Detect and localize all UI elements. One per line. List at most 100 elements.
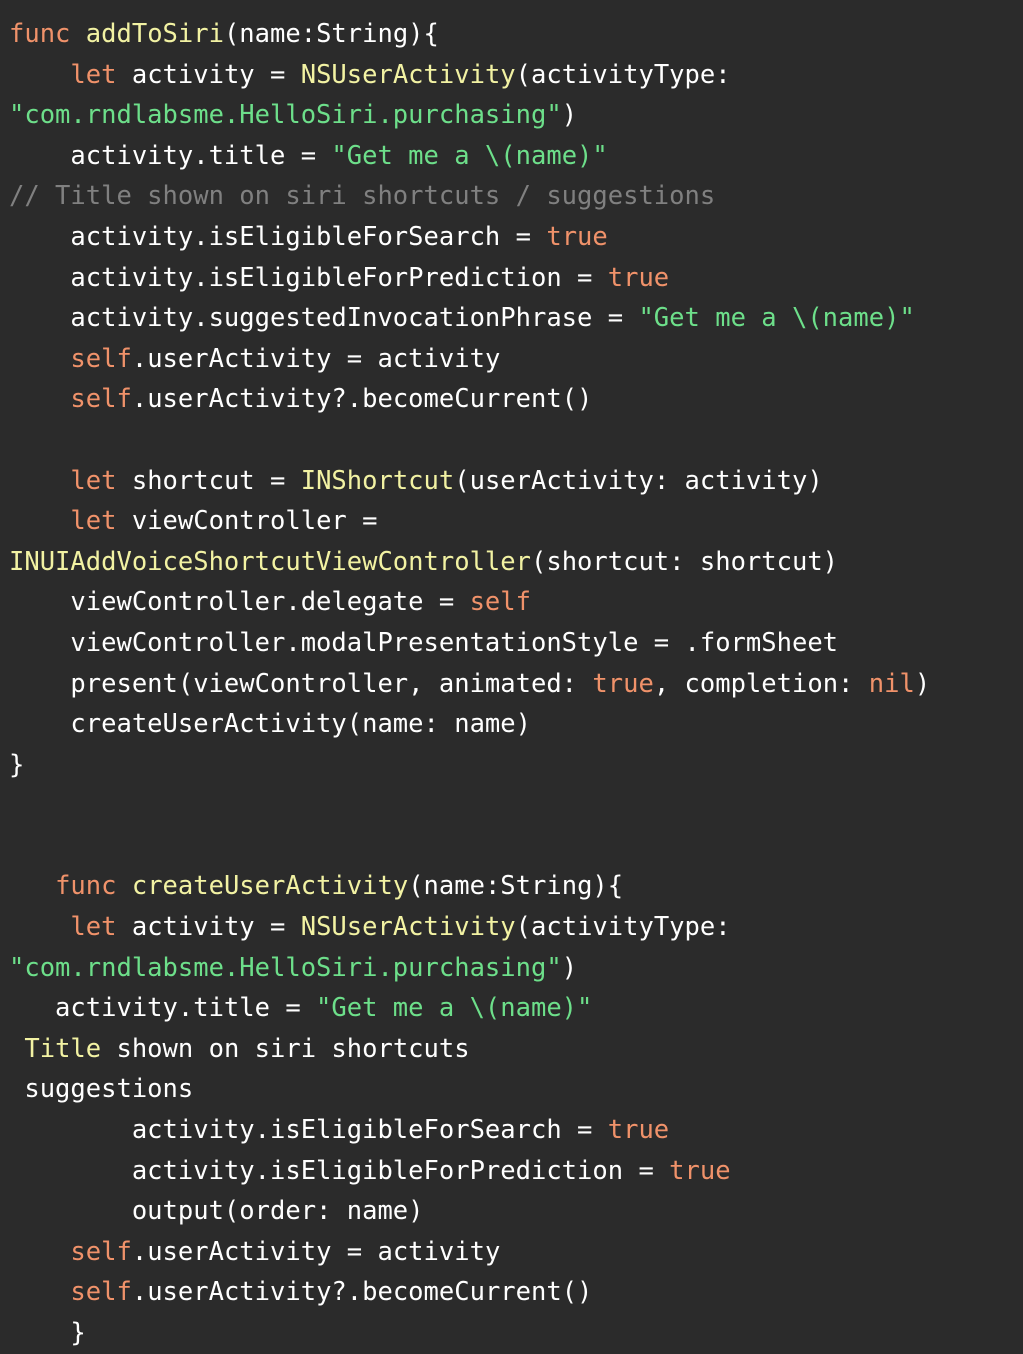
code-token-literal: true (592, 668, 654, 699)
code-token-plain: (name:String){ (408, 871, 624, 902)
code-line: } (0, 745, 1023, 786)
code-token-plain: ) (561, 100, 578, 131)
code-token-type: NSUserActivity (300, 912, 516, 943)
code-token-plain: .userActivity = activity (131, 1236, 501, 1267)
code-line: // Title shown on siri shortcuts / sugge… (0, 176, 1023, 217)
code-line: present(viewController, animated: true, … (0, 664, 1023, 705)
code-line: activity.title = "Get me a \(name)" (0, 988, 1023, 1029)
code-token-plain: activity = (116, 912, 301, 943)
code-line: self.userActivity?.becomeCurrent() (0, 1272, 1023, 1313)
code-token-plain: ) (561, 952, 578, 983)
code-token-type: INShortcut (300, 465, 455, 496)
code-line: let activity = NSUserActivity(activityTy… (0, 907, 1023, 948)
code-block: func addToSiri(name:String){ let activit… (0, 14, 1023, 1354)
code-token-plain: } (9, 749, 25, 780)
code-line: suggestions (0, 1069, 1023, 1110)
code-token-plain: , completion: (653, 668, 869, 699)
code-token-comment: // Title shown on siri shortcuts / sugge… (9, 181, 716, 212)
code-token-plain: viewController.modalPresentationStyle = … (9, 627, 839, 658)
code-token-type: createUserActivity (131, 871, 409, 902)
code-token-keyword: func (55, 871, 117, 902)
code-token-plain: (activityType: (515, 912, 731, 943)
code-token-plain: viewController.delegate = (9, 587, 470, 618)
code-token-plain: activity.title = (9, 993, 317, 1024)
code-token-string: "Get me a \(name)" (638, 303, 915, 334)
code-token-literal: true (607, 262, 670, 293)
code-line: activity.isEligibleForSearch = true (0, 217, 1023, 258)
code-line: activity.title = "Get me a \(name)" (0, 136, 1023, 177)
code-line: "com.rndlabsme.HelloSiri.purchasing") (0, 95, 1023, 136)
code-token-plain: (activityType: (515, 59, 731, 90)
code-token-keyword: self (70, 1277, 132, 1308)
code-line: INUIAddVoiceShortcutViewController(short… (0, 542, 1023, 583)
code-token-plain: createUserActivity(name: name) (9, 709, 531, 740)
code-token-keyword: let (70, 59, 117, 90)
code-token-plain: activity.isEligibleForPrediction = (9, 1155, 670, 1186)
code-token-type: NSUserActivity (300, 59, 516, 90)
code-token-plain: (shortcut: shortcut) (530, 546, 839, 577)
code-token-string: "com.rndlabsme.HelloSiri.purchasing" (9, 100, 562, 131)
code-token-keyword: self (70, 384, 132, 415)
code-line: activity.isEligibleForSearch = true (0, 1110, 1023, 1151)
code-token-plain: output(order: name) (9, 1196, 424, 1227)
code-token-plain: (userActivity: activity) (454, 465, 823, 496)
code-token-plain: .userActivity?.becomeCurrent() (131, 1277, 593, 1308)
code-line: let viewController = (0, 501, 1023, 542)
code-token-type: addToSiri (85, 19, 224, 49)
code-token-plain: activity.suggestedInvocationPhrase = (9, 303, 639, 334)
code-token-plain: suggestions (9, 1074, 194, 1105)
code-line: output(order: name) (0, 1191, 1023, 1232)
code-token-keyword: let (70, 912, 117, 943)
code-line: createUserActivity(name: name) (0, 704, 1023, 745)
code-line: self.userActivity = activity (0, 1232, 1023, 1273)
code-line: viewController.delegate = self (0, 582, 1023, 623)
code-token-plain: .userActivity?.becomeCurrent() (131, 384, 593, 415)
code-token-plain: } (9, 1318, 86, 1348)
code-line: activity.isEligibleForPrediction = true (0, 258, 1023, 299)
code-token-literal: true (607, 1115, 670, 1146)
code-token-plain: activity.isEligibleForSearch = (9, 221, 547, 252)
code-line: self.userActivity = activity (0, 339, 1023, 380)
code-token-plain: present(viewController, animated: (9, 668, 593, 699)
code-line: let activity = NSUserActivity(activityTy… (0, 55, 1023, 96)
code-token-plain: ) (914, 668, 931, 699)
code-line: activity.isEligibleForPrediction = true (0, 1151, 1023, 1192)
code-token-plain: shortcut = (116, 465, 301, 496)
code-line: activity.suggestedInvocationPhrase = "Ge… (0, 298, 1023, 339)
code-token-keyword: self (70, 1236, 132, 1267)
code-token-plain: shown on siri shortcuts (101, 1033, 470, 1064)
code-token-type: INUIAddVoiceShortcutViewController (9, 546, 531, 577)
code-token-string: "Get me a \(name)" (331, 140, 608, 171)
code-line: viewController.modalPresentationStyle = … (0, 623, 1023, 664)
code-token-plain: activity = (116, 59, 301, 90)
code-token-literal: true (546, 221, 608, 252)
code-token-string: "Get me a \(name)" (316, 993, 593, 1024)
code-token-keyword: let (70, 465, 117, 496)
code-line: } (0, 1313, 1023, 1354)
code-line: func addToSiri(name:String){ (0, 14, 1023, 55)
code-token-plain: (name:String){ (223, 19, 439, 49)
code-line: self.userActivity?.becomeCurrent() (0, 379, 1023, 420)
code-token-plain: activity.isEligibleForSearch = (9, 1115, 608, 1146)
code-token-type: Title (24, 1033, 102, 1064)
code-line: Title shown on siri shortcuts (0, 1029, 1023, 1070)
code-token-plain: activity.isEligibleForPrediction = (9, 262, 608, 293)
code-token-keyword: let (70, 506, 117, 537)
code-token-keyword: self (469, 587, 531, 618)
code-token-literal: true (669, 1155, 731, 1186)
code-token-keyword: func (9, 19, 71, 49)
